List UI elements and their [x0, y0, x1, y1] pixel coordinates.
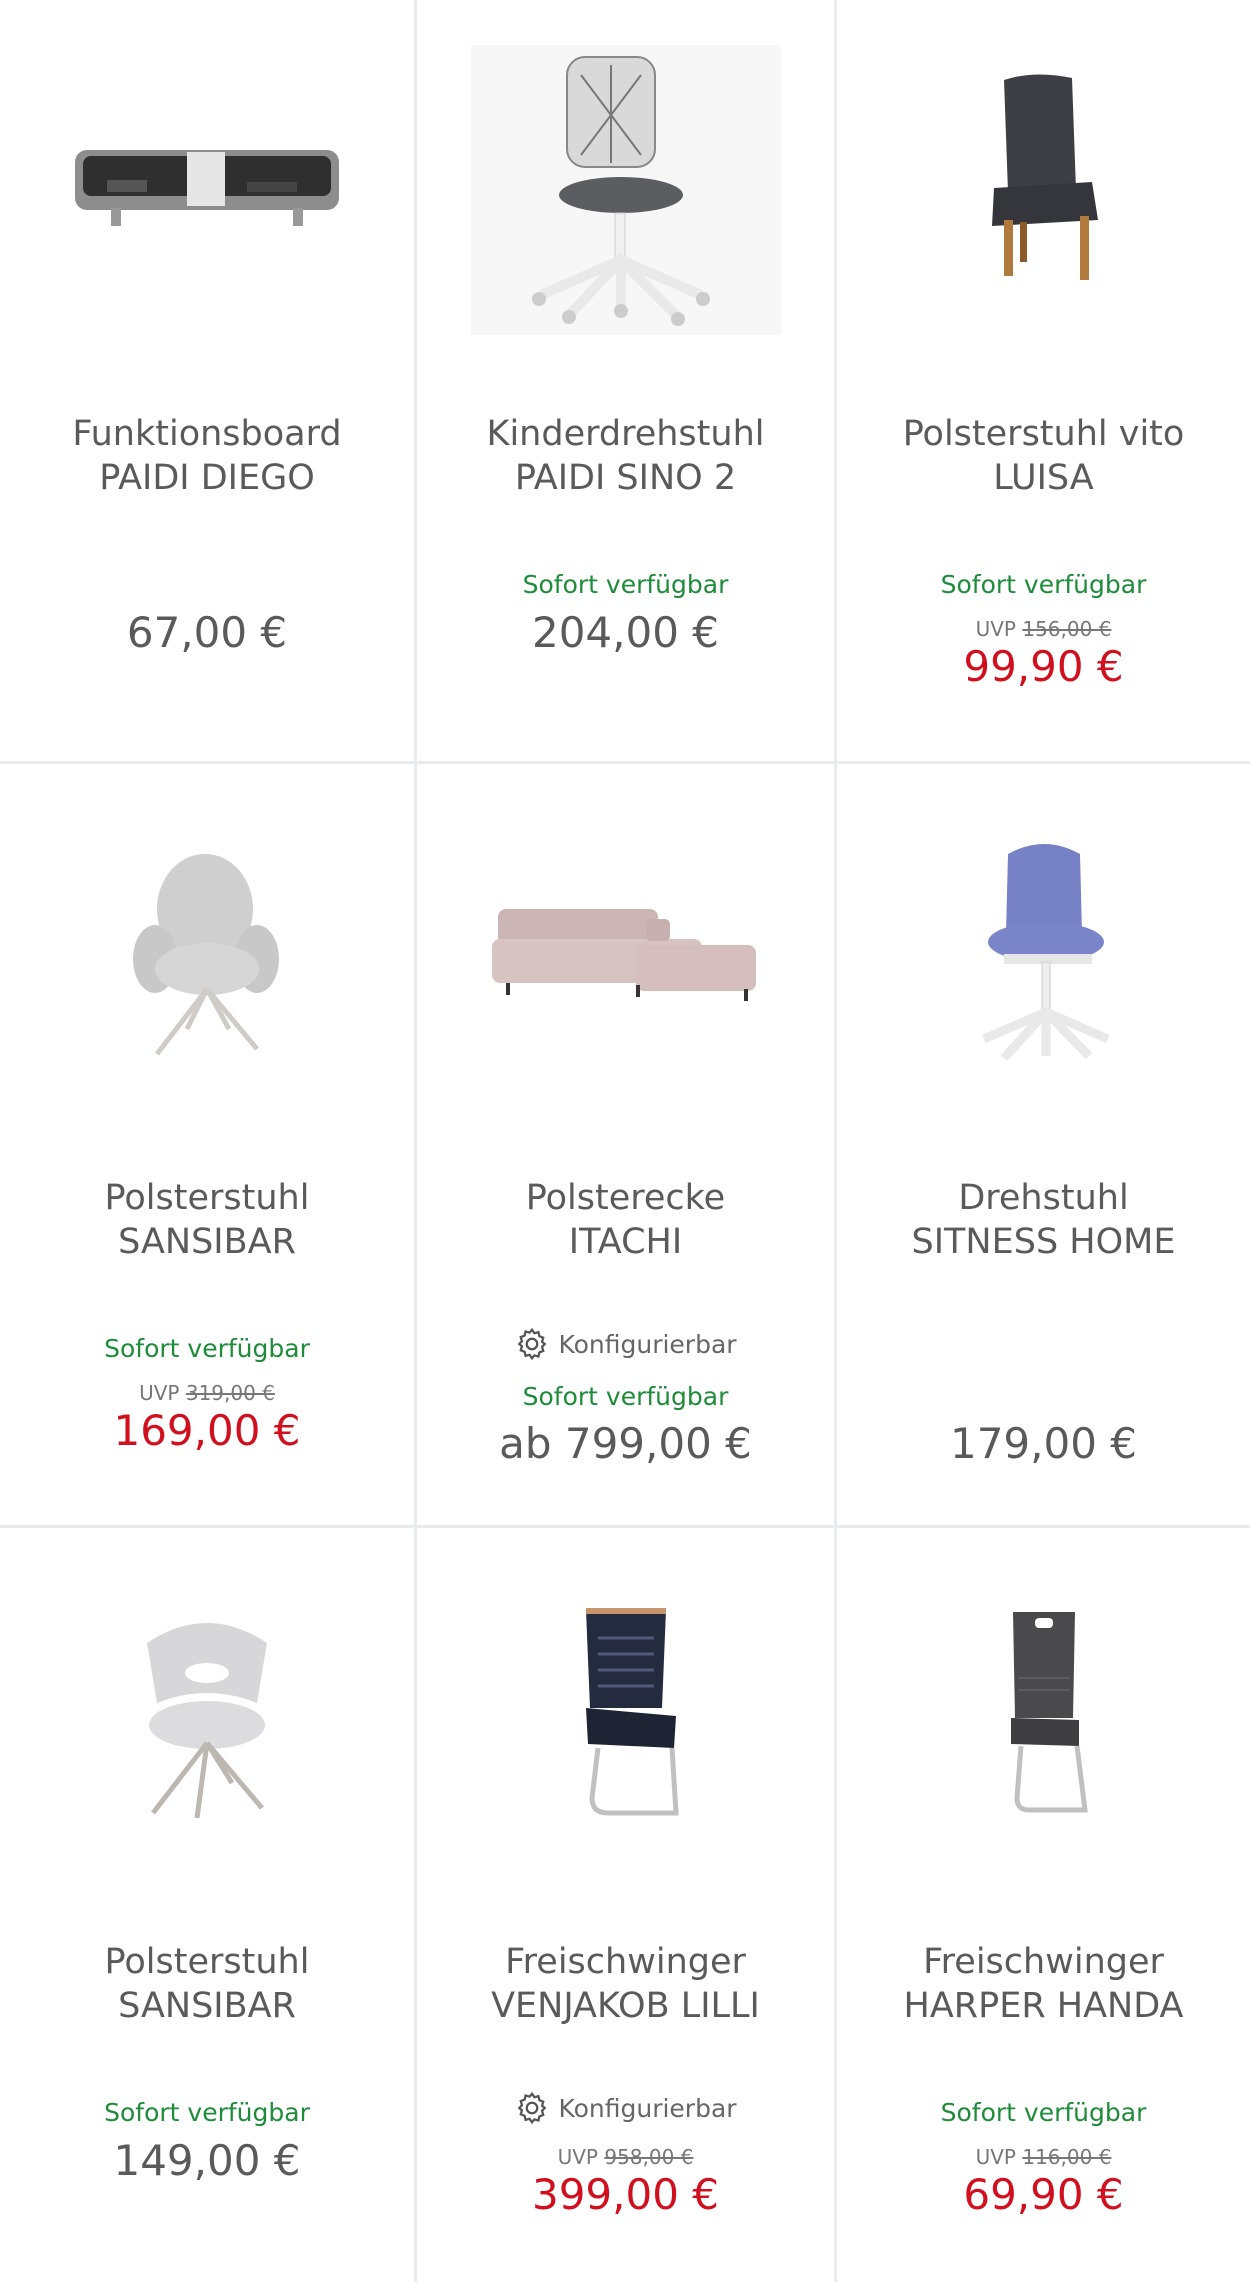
- availability-label: Sofort verfügbar: [522, 570, 729, 599]
- availability-label: Sofort verfügbar: [104, 2098, 310, 2127]
- product-image[interactable]: [417, 1548, 834, 1888]
- product-price: ab 799,00 €: [499, 1419, 752, 1468]
- product-image[interactable]: [417, 784, 834, 1124]
- product-price: 69,90 €: [963, 2170, 1124, 2219]
- product-card[interactable]: Polsterstuhl SANSIBAR Sofort verfügbar 14…: [0, 1528, 417, 2282]
- product-card[interactable]: Kinderdrehstuhl PAIDI SINO 2 Sofort verfü…: [417, 0, 837, 764]
- product-image[interactable]: [0, 1548, 414, 1888]
- product-card[interactable]: Freischwinger VENJAKOB LILLI Konfigurierb…: [417, 1528, 837, 2282]
- product-price: 149,00 €: [113, 2136, 301, 2185]
- uvp-price: UVP 319,00 €: [139, 1381, 275, 1405]
- product-title[interactable]: Polsterstuhl vito LUISA: [847, 412, 1240, 500]
- availability-label: Sofort verfügbar: [940, 2098, 1147, 2127]
- product-title[interactable]: Freischwinger HARPER HANDA: [847, 1940, 1240, 2028]
- gear-icon: [518, 1327, 547, 1361]
- configurable-label: Konfigurierbar: [417, 2090, 834, 2126]
- product-card[interactable]: Freischwinger HARPER HANDA Sofort verfügb…: [837, 1528, 1250, 2282]
- availability-label: Sofort verfügbar: [104, 1334, 310, 1363]
- product-price: 67,00 €: [126, 608, 288, 657]
- uvp-price: UVP 958,00 €: [557, 2145, 694, 2169]
- product-image[interactable]: [417, 20, 834, 360]
- product-title[interactable]: Polsterstuhl SANSIBAR: [10, 1940, 404, 2028]
- product-price: 169,00 €: [113, 1406, 301, 1455]
- product-image[interactable]: [0, 20, 414, 360]
- product-grid: Funktionsboard PAIDI DIEGO 67,00 € Kinder…: [0, 0, 1250, 2282]
- product-title[interactable]: Polsterecke ITACHI: [427, 1176, 824, 1264]
- uvp-price: UVP 156,00 €: [975, 617, 1112, 641]
- product-image[interactable]: [837, 1548, 1250, 1888]
- configurable-label: Konfigurierbar: [417, 1326, 834, 1362]
- gear-icon: [518, 2091, 547, 2125]
- product-card[interactable]: Funktionsboard PAIDI DIEGO 67,00 €: [0, 0, 417, 764]
- product-title[interactable]: Polsterstuhl SANSIBAR: [10, 1176, 404, 1264]
- product-card[interactable]: Drehstuhl SITNESS HOME 179,00 €: [837, 764, 1250, 1528]
- product-price: 179,00 €: [949, 1419, 1138, 1468]
- product-price: 99,90 €: [963, 642, 1124, 691]
- product-price: 399,00 €: [531, 2170, 720, 2219]
- availability-label: Sofort verfügbar: [940, 570, 1147, 599]
- uvp-price: UVP 116,00 €: [975, 2145, 1112, 2169]
- product-title[interactable]: Drehstuhl SITNESS HOME: [847, 1176, 1240, 1264]
- availability-label: Sofort verfügbar: [522, 1382, 729, 1411]
- product-price: 204,00 €: [531, 608, 720, 657]
- product-image[interactable]: [837, 20, 1250, 360]
- product-card[interactable]: Polsterecke ITACHI Konfigurierbar Sofort …: [417, 764, 837, 1528]
- product-image[interactable]: [837, 784, 1250, 1124]
- product-image[interactable]: [0, 784, 414, 1124]
- product-card[interactable]: Polsterstuhl vito LUISA Sofort verfügbar …: [837, 0, 1250, 764]
- product-title[interactable]: Freischwinger VENJAKOB LILLI: [427, 1940, 824, 2028]
- product-card[interactable]: Polsterstuhl SANSIBAR Sofort verfügbar UV…: [0, 764, 417, 1528]
- product-title[interactable]: Funktionsboard PAIDI DIEGO: [10, 412, 404, 500]
- product-title[interactable]: Kinderdrehstuhl PAIDI SINO 2: [427, 412, 824, 500]
